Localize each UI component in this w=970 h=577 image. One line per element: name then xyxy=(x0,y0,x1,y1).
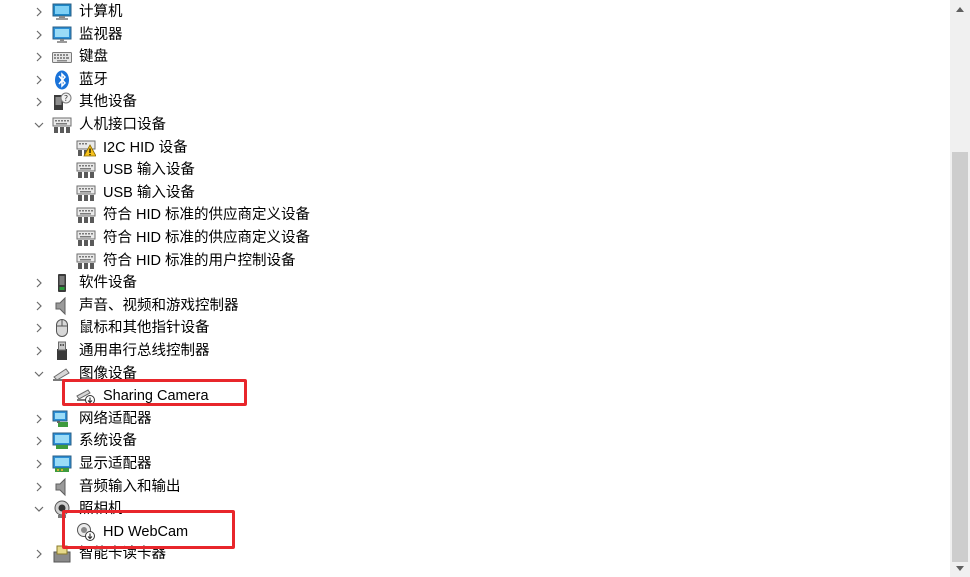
tree-category-row[interactable]: 鼠标和其他指针设备 xyxy=(0,317,940,339)
tree-item-label: I2C HID 设备 xyxy=(103,140,188,156)
mouse-icon xyxy=(52,318,72,338)
tree-category-row[interactable]: 通用串行总线控制器 xyxy=(0,340,940,362)
tree-item-label: 声音、视频和游戏控制器 xyxy=(79,298,239,314)
tree-item-label: 符合 HID 标准的用户控制设备 xyxy=(103,253,296,269)
webcam-disabled-icon xyxy=(76,522,96,542)
chevron-right-icon[interactable] xyxy=(34,549,44,559)
chevron-right-icon[interactable] xyxy=(34,414,44,424)
tree-category-row[interactable]: 软件设备 xyxy=(0,272,940,294)
network-adapter-icon xyxy=(52,409,72,429)
tree-device-row[interactable]: 符合 HID 标准的供应商定义设备 xyxy=(0,204,940,226)
tree-item-label: HD WebCam xyxy=(103,524,189,540)
tree-item-label: 其他设备 xyxy=(79,94,137,110)
chevron-right-icon[interactable] xyxy=(34,52,44,62)
tree-device-row[interactable]: USB 输入设备 xyxy=(0,159,940,181)
scrollbar-thumb[interactable] xyxy=(952,152,968,562)
tree-device-row[interactable]: I2C HID 设备 xyxy=(0,137,940,159)
speaker-icon xyxy=(52,296,72,316)
tree-category-row[interactable]: 系统设备 xyxy=(0,430,940,452)
system-device-icon xyxy=(52,431,72,451)
tree-category-row[interactable]: 图像设备 xyxy=(0,363,940,385)
tree-category-row[interactable]: 智能卡读卡器 xyxy=(0,543,940,565)
tree-item-label: 智能卡读卡器 xyxy=(79,546,166,562)
tree-item-label: 计算机 xyxy=(79,4,123,20)
chevron-right-icon[interactable] xyxy=(34,278,44,288)
tree-device-row[interactable]: HD WebCam xyxy=(0,521,940,543)
tree-category-row[interactable]: 计算机 xyxy=(0,1,940,23)
webcam-icon xyxy=(52,499,72,519)
tree-item-label: Sharing Camera xyxy=(103,388,209,404)
device-tree[interactable]: 计算机 监视器 键盘 蓝牙? 其他设备 人机接口设备 I2C HID 设备 USB 输入设备 U… xyxy=(0,0,950,577)
tree-item-label: 图像设备 xyxy=(79,366,137,382)
tree-category-row[interactable]: 人机接口设备 xyxy=(0,114,940,136)
tree-item-label: 网络适配器 xyxy=(79,411,152,427)
chevron-down-icon[interactable] xyxy=(34,369,44,379)
tree-item-label: USB 输入设备 xyxy=(103,185,195,201)
chevron-right-icon[interactable] xyxy=(34,459,44,469)
tree-item-label: 软件设备 xyxy=(79,275,137,291)
tree-category-row[interactable]: 网络适配器 xyxy=(0,408,940,430)
tree-device-row[interactable]: Sharing Camera xyxy=(0,385,940,407)
speaker-icon xyxy=(52,477,72,497)
svg-text:?: ? xyxy=(64,94,68,103)
tree-device-row[interactable]: 符合 HID 标准的供应商定义设备 xyxy=(0,227,940,249)
usb-icon xyxy=(52,341,72,361)
vertical-scrollbar[interactable] xyxy=(950,0,970,577)
tree-category-row[interactable]: 监视器 xyxy=(0,24,940,46)
tree-item-label: 符合 HID 标准的供应商定义设备 xyxy=(103,207,311,223)
tree-item-label: 照相机 xyxy=(79,501,123,517)
chevron-right-icon[interactable] xyxy=(34,7,44,17)
hid-icon xyxy=(76,205,96,225)
hid-icon xyxy=(76,251,96,271)
imaging-device-icon xyxy=(52,364,72,384)
tree-category-row[interactable]: 显示适配器 xyxy=(0,453,940,475)
chevron-right-icon[interactable] xyxy=(34,346,44,356)
scroll-down-arrow-icon[interactable] xyxy=(950,559,970,577)
tree-item-label: 监视器 xyxy=(79,27,123,43)
tree-item-label: 鼠标和其他指针设备 xyxy=(79,320,210,336)
monitor-icon xyxy=(52,25,72,45)
keyboard-icon xyxy=(52,47,72,67)
tree-category-row[interactable]: 照相机 xyxy=(0,498,940,520)
chevron-right-icon[interactable] xyxy=(34,436,44,446)
computer-icon xyxy=(52,2,72,22)
tree-item-label: 音频输入和输出 xyxy=(79,479,181,495)
chevron-right-icon[interactable] xyxy=(34,75,44,85)
tree-item-label: 人机接口设备 xyxy=(79,117,166,133)
hid-icon xyxy=(76,160,96,180)
tree-item-label: 显示适配器 xyxy=(79,456,152,472)
tree-category-row[interactable]: ? 其他设备 xyxy=(0,91,940,113)
tree-device-row[interactable]: 符合 HID 标准的用户控制设备 xyxy=(0,250,940,272)
tree-item-label: 通用串行总线控制器 xyxy=(79,343,210,359)
hid-warning-icon xyxy=(76,138,96,158)
tree-item-label: 符合 HID 标准的供应商定义设备 xyxy=(103,230,311,246)
chevron-down-icon[interactable] xyxy=(34,120,44,130)
unknown-device-icon: ? xyxy=(52,92,72,112)
tree-category-row[interactable]: 音频输入和输出 xyxy=(0,476,940,498)
camera-disabled-icon xyxy=(76,386,96,406)
hid-icon xyxy=(76,183,96,203)
hid-icon xyxy=(76,228,96,248)
bluetooth-icon xyxy=(52,70,72,90)
software-device-icon xyxy=(52,273,72,293)
chevron-right-icon[interactable] xyxy=(34,30,44,40)
tree-category-row[interactable]: 蓝牙 xyxy=(0,69,940,91)
tree-category-row[interactable]: 声音、视频和游戏控制器 xyxy=(0,295,940,317)
tree-item-label: 系统设备 xyxy=(79,433,137,449)
chevron-right-icon[interactable] xyxy=(34,482,44,492)
chevron-down-icon[interactable] xyxy=(34,504,44,514)
tree-device-row[interactable]: USB 输入设备 xyxy=(0,182,940,204)
chevron-right-icon[interactable] xyxy=(34,301,44,311)
chevron-right-icon[interactable] xyxy=(34,323,44,333)
hid-icon xyxy=(52,115,72,135)
display-adapter-icon xyxy=(52,454,72,474)
smart-card-reader-icon xyxy=(52,544,72,564)
tree-category-row[interactable]: 键盘 xyxy=(0,46,940,68)
tree-item-label: 键盘 xyxy=(79,49,108,65)
tree-item-label: 蓝牙 xyxy=(79,72,108,88)
scroll-up-arrow-icon[interactable] xyxy=(950,0,970,18)
chevron-right-icon[interactable] xyxy=(34,97,44,107)
tree-item-label: USB 输入设备 xyxy=(103,162,195,178)
